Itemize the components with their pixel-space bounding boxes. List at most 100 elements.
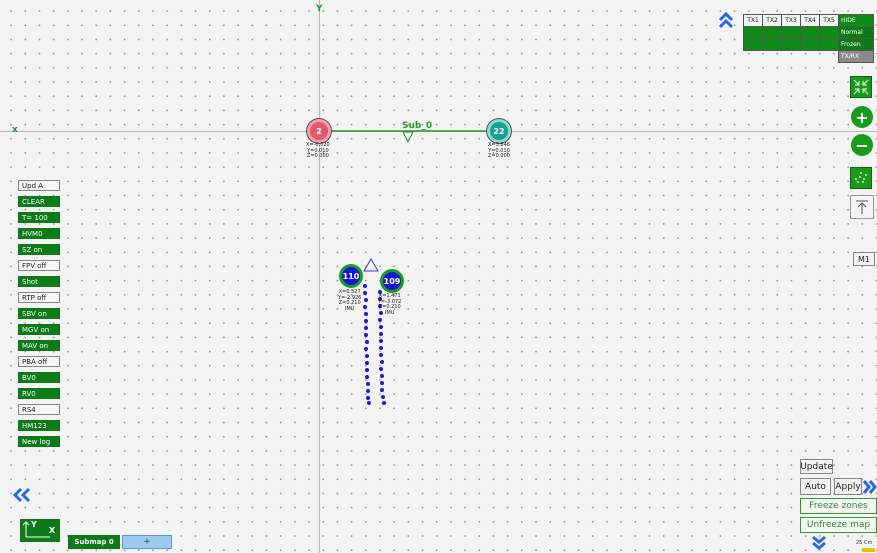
trail-point [365,354,369,358]
beacon-node[interactable]: 2 [307,119,331,143]
trail-point [379,325,383,329]
trail-point [364,319,368,323]
trail-point [380,360,384,364]
trail-point [366,382,370,386]
trail-point [364,312,368,316]
apply-button[interactable]: Apply [834,478,862,495]
toolbar-button[interactable]: CLEAR [18,196,60,207]
toolbar-button[interactable]: Shot [18,276,60,287]
trail-point [365,368,369,372]
trail-point [382,401,386,405]
move-up-button[interactable] [850,195,874,219]
toolbar-button[interactable]: FPV off [18,260,60,271]
m1-button[interactable]: M1 [853,252,875,266]
trail-point [379,339,383,343]
node-coords: X=3.846 Y=0.010 Z=0.000 [488,142,510,159]
heading-marker-icon [363,258,379,272]
trail-point [379,346,383,350]
toolbar-button[interactable]: RV0 [18,388,60,399]
hide-button[interactable]: HIDE [838,14,874,27]
trail-point [364,333,368,337]
tx-header[interactable]: TX2 [762,14,782,27]
trail-point [365,361,369,365]
trail-point [364,326,368,330]
trail-point [363,284,367,288]
update-button[interactable]: Update [800,459,833,474]
trail-point [381,395,385,399]
mobile-node[interactable]: 110 [339,264,363,288]
tab-submap-0[interactable]: Submap 0 [68,535,120,549]
toolbar-button[interactable]: HM123 [18,420,60,431]
toolbar-button[interactable]: MAV on [18,340,60,351]
txrx-label[interactable]: TX/RX [838,50,874,63]
node-coords: X=0.527 Y=-2.926 Z=0.210 IMU [338,289,362,312]
map-overlay [330,130,488,405]
toolbar-button[interactable]: BV0 [18,372,60,383]
toolbar-button[interactable]: New log [18,436,60,447]
node-id: 110 [342,271,360,281]
toolbar-button[interactable]: PBA off [18,356,60,367]
toolbar-button[interactable]: SBV on [18,308,60,319]
trail-point [366,396,370,400]
toolbar-button[interactable]: RTP off [18,292,60,303]
toolbar-button[interactable]: Upd A [18,180,60,191]
toolbar-button[interactable]: MGV on [18,324,60,335]
tx-header[interactable]: TX4 [800,14,820,27]
grid-toggle-button[interactable] [850,167,872,189]
orient-x-label: X [49,526,56,535]
fit-view-button[interactable] [850,76,872,98]
trail-point [364,298,368,302]
node-id: 22 [493,126,505,136]
plus-icon: + [855,107,869,127]
tx-status-table: TX1 TX2 TX3 TX4 TX5 HIDE Normal Frozen T… [743,14,874,63]
trail-point [378,318,382,322]
double-chevron-right-icon[interactable] [862,479,877,495]
node-coords: X=-0.020 Y=0.010 Z=0.000 [306,142,330,159]
zoom-in-button[interactable]: + [851,106,873,128]
tx-header[interactable]: TX1 [743,14,763,27]
add-submap-button[interactable]: + [122,535,172,549]
tx-header[interactable]: TX3 [781,14,801,27]
orient-y-label: Y [31,520,37,529]
toolbar-button[interactable]: T= 100 [18,212,60,223]
minus-icon: − [855,135,869,155]
double-chevron-left-icon[interactable] [11,487,33,503]
trail-point [367,401,371,405]
trail-point [363,291,367,295]
frozen-label[interactable]: Frozen [838,38,874,51]
trail-point [365,340,369,344]
arrow-up-icon [856,200,868,214]
zoom-out-button[interactable]: − [851,134,873,156]
node-coords: X=1.471 Y=-3.072 Z=0.210 IMU [378,293,402,316]
beacon-node[interactable]: 22 [487,119,511,143]
trail-point [379,353,383,357]
mobile-node[interactable]: 109 [380,269,404,293]
trail-point [380,374,384,378]
trail-point [379,367,383,371]
trail-point [366,389,370,393]
trail-point [380,381,384,385]
node-id: 109 [383,276,401,286]
trail-point [363,305,367,309]
unfreeze-map-button[interactable]: Unfreeze map [800,517,877,533]
trail-point [364,347,368,351]
submap-marker-icon [402,131,414,144]
toolbar-button[interactable]: RS4 [18,404,60,415]
trail-point [379,332,383,336]
freeze-zones-button[interactable]: Freeze zones [800,498,877,514]
scale-bar [862,548,875,552]
trail-point [365,375,369,379]
grid-dots-icon [855,172,867,183]
scale-label: 25 Cm [856,540,873,546]
toolbar-button[interactable]: HVM0 [18,228,60,239]
normal-label[interactable]: Normal [838,26,874,39]
double-chevron-down-icon[interactable] [810,535,828,551]
tx-header[interactable]: TX5 [819,14,839,27]
toolbar-button[interactable]: SZ on [18,244,60,255]
shrink-arrows-icon [853,79,869,95]
submap-line-label: Sub_0 [402,121,433,131]
orientation-indicator: Y X [20,519,60,542]
auto-button[interactable]: Auto [800,478,831,495]
node-id: 2 [316,126,322,136]
double-chevron-up-icon[interactable] [717,11,735,29]
